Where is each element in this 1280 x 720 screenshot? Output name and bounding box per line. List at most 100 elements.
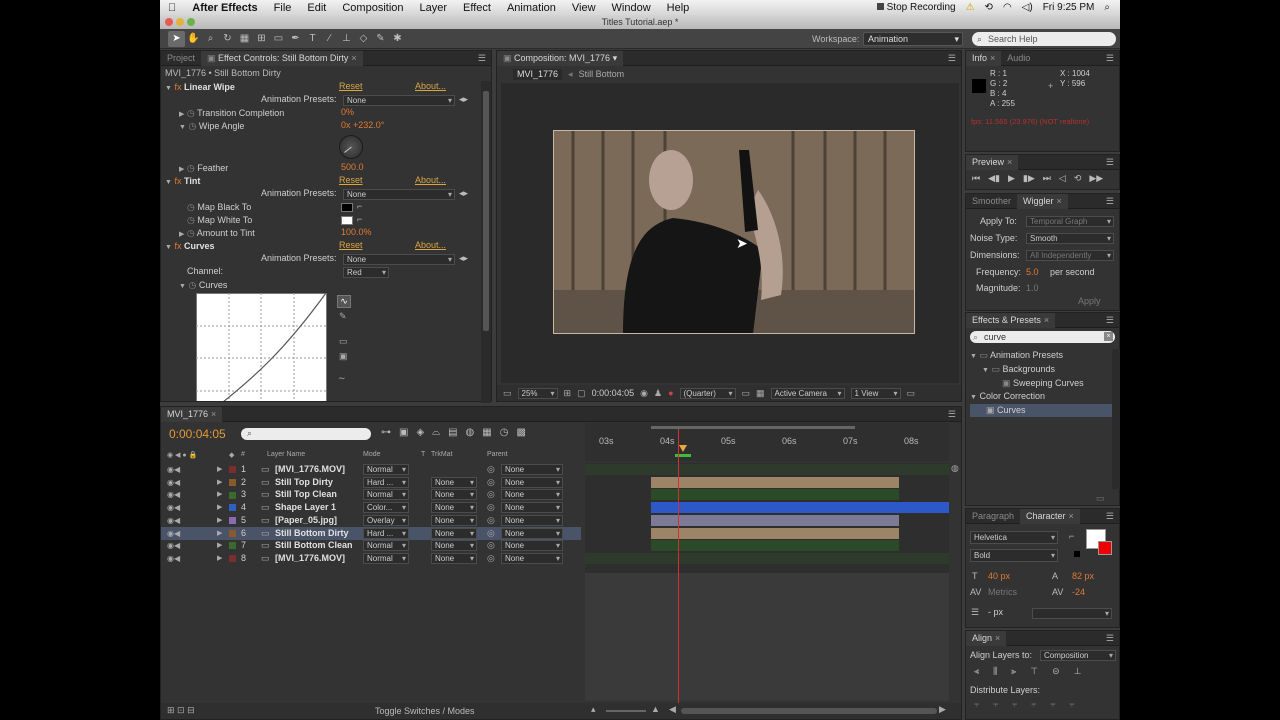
expand-triangle-icon[interactable]: ▼ — [165, 85, 172, 92]
tab-effects-presets[interactable]: Effects & Presets × — [966, 312, 1056, 328]
previous-frame-icon[interactable]: ◀▮ — [988, 173, 1000, 184]
distribute-vcenter-icon[interactable]: ⫧ — [993, 699, 998, 710]
layer-name[interactable]: Shape Layer 1 — [275, 501, 336, 514]
tint-about-button[interactable]: About... — [415, 175, 446, 185]
tree-item-curves[interactable]: ▣ Curves — [970, 404, 1112, 417]
shy-icon[interactable]: ⌓ — [432, 427, 440, 438]
layer-mode-dropdown[interactable]: Color... — [363, 502, 409, 514]
tree-item-sweeping-curves[interactable]: ▣ Sweeping Curves — [970, 377, 1112, 390]
layer-duration-bar[interactable] — [651, 514, 899, 526]
expand-triangle-icon[interactable]: ▼ — [970, 353, 977, 360]
transparency-grid-icon[interactable]: ▦ — [756, 388, 765, 399]
snapshot-icon[interactable]: ◉ — [640, 388, 648, 399]
tab-preview[interactable]: Preview × — [966, 154, 1019, 170]
zoom-tool-icon[interactable]: ⌕ — [202, 31, 219, 47]
frame-blending-icon[interactable]: ▤ — [448, 427, 457, 438]
panel-menu-icon[interactable]: ☰ — [948, 53, 956, 64]
tree-item-color-correction[interactable]: ▼ Color Correction — [970, 390, 1112, 404]
menu-edit[interactable]: Edit — [299, 2, 334, 14]
effect-controls-scrollbar[interactable] — [481, 81, 491, 403]
stopwatch-icon[interactable]: ◷ — [187, 202, 195, 212]
tab-wiggler[interactable]: Wiggler × — [1017, 193, 1068, 209]
panel-menu-icon[interactable]: ☰ — [1106, 157, 1114, 168]
loop-icon[interactable]: ⟲ — [1074, 173, 1082, 184]
layer-mode-dropdown[interactable]: Normal — [363, 552, 409, 564]
layer-row[interactable]: ◉◀ ▶ 4 ▭ Shape Layer 1 Color... None ◎ None — [161, 501, 581, 514]
close-icon[interactable]: × — [990, 53, 995, 63]
effects-scrollbar[interactable] — [1112, 349, 1120, 489]
wifi-icon[interactable]: ◠ — [1003, 2, 1012, 13]
parent-dropdown[interactable]: None — [501, 514, 563, 526]
volume-icon[interactable]: ◁) — [1022, 2, 1033, 13]
panel-menu-icon[interactable]: ☰ — [1106, 633, 1114, 644]
eyedropper-icon[interactable]: ⌐ — [357, 214, 362, 224]
camera-dropdown[interactable]: Active Camera — [770, 387, 845, 399]
show-snapshot-icon[interactable]: ♟ — [654, 388, 662, 399]
layer-row[interactable]: ◉◀ ▶ 5 ▭ [Paper_05.jpg] Overlay None ◎ None — [161, 514, 581, 527]
panel-menu-icon[interactable]: ☰ — [1106, 196, 1114, 207]
effects-search-input[interactable]: ⌕ curve × — [970, 331, 1115, 343]
rotate-tool-icon[interactable]: ↻ — [219, 31, 236, 47]
layer-row[interactable]: ◉◀ ▶ 6 ▭ Still Bottom Dirty Hard ... None ◎ None — [161, 526, 581, 540]
parent-dropdown[interactable]: None — [501, 552, 563, 564]
preset-prev-next-icon[interactable]: ◂▸ — [459, 188, 468, 199]
map-black-swatch[interactable] — [341, 203, 353, 212]
time-machine-icon[interactable]: ⟲ — [985, 2, 993, 13]
scroll-right-icon[interactable]: ▶ — [939, 704, 946, 715]
label-color-swatch[interactable] — [229, 488, 236, 501]
zoom-in-icon[interactable]: ▲ — [651, 704, 660, 714]
clock[interactable]: Fri 9:25 PM — [1043, 2, 1095, 13]
footer-toggle-icons[interactable]: ⊞ ⊡ ⊟ — [167, 705, 195, 716]
menu-effect[interactable]: Effect — [455, 2, 499, 14]
av-switches-icon[interactable]: ◉◀ — [167, 527, 180, 540]
zoom-slider[interactable] — [606, 710, 646, 712]
linear-wipe-about-button[interactable]: About... — [415, 81, 446, 91]
timeline-horizontal-scrollbar[interactable] — [681, 708, 937, 714]
crumb-layer[interactable]: Still Bottom — [579, 69, 625, 80]
channel-dropdown[interactable]: Red — [343, 267, 389, 278]
auto-keyframe-icon[interactable]: ◷ — [500, 427, 509, 438]
tab-project[interactable]: Project — [161, 51, 201, 66]
layer-mode-dropdown[interactable]: Hard ... — [363, 476, 409, 488]
map-white-swatch[interactable] — [341, 216, 353, 225]
panel-menu-icon[interactable]: ☰ — [1106, 511, 1114, 522]
comp-timecode[interactable]: 0:00:04:05 — [592, 388, 635, 398]
layer-row[interactable]: ◉◀ ▶ 2 ▭ Still Top Dirty Hard ... None ◎ None — [161, 476, 581, 489]
menu-help[interactable]: Help — [659, 2, 698, 14]
expand-triangle-icon[interactable]: ▼ — [982, 367, 989, 374]
trkmat-dropdown[interactable]: None — [431, 489, 477, 501]
expand-triangle-icon[interactable]: ▶ — [217, 514, 222, 527]
rectangle-tool-icon[interactable]: ▭ — [270, 31, 287, 47]
next-frame-icon[interactable]: ▮▶ — [1023, 173, 1035, 184]
label-color-swatch[interactable] — [229, 527, 236, 540]
scroll-left-icon[interactable]: ◀ — [669, 704, 676, 715]
pan-behind-tool-icon[interactable]: ⊞ — [253, 31, 270, 47]
align-top-icon[interactable]: ⊤ — [1030, 666, 1038, 677]
new-folder-icon[interactable]: ▭ — [1096, 493, 1105, 504]
layer-duration-bar[interactable] — [585, 552, 949, 564]
motion-blur-icon[interactable]: ◍ — [466, 427, 475, 438]
pencil-icon[interactable]: ✎ — [339, 311, 347, 322]
distribute-bottom-icon[interactable]: ⫧ — [1012, 699, 1017, 710]
expand-triangle-icon[interactable]: ▼ — [970, 394, 977, 401]
tint-reset-button[interactable]: Reset — [339, 175, 363, 185]
last-frame-icon[interactable]: ⏭ — [1043, 173, 1051, 184]
align-right-icon[interactable]: ⫸ — [1011, 666, 1016, 677]
graph-editor-icon[interactable]: ▩ — [516, 427, 525, 438]
expand-triangle-icon[interactable]: ▼ — [179, 124, 186, 131]
expand-triangle-icon[interactable]: ▶ — [179, 231, 184, 238]
layer-duration-bar[interactable] — [651, 489, 899, 501]
expand-triangle-icon[interactable]: ▶ — [217, 527, 222, 540]
stopwatch-icon[interactable]: ◷ — [188, 280, 196, 290]
apply-to-dropdown[interactable]: Temporal Graph — [1026, 216, 1114, 227]
ram-preview-icon[interactable]: ▶▶ — [1089, 173, 1103, 184]
av-switches-icon[interactable]: ◉◀ — [167, 476, 180, 489]
curves-reset-button[interactable]: Reset — [339, 240, 363, 250]
zoom-window-icon[interactable] — [187, 18, 195, 26]
amount-to-tint-value[interactable]: 100.0% — [341, 227, 372, 237]
av-switches-icon[interactable]: ◉◀ — [167, 539, 180, 552]
t-header[interactable]: T — [421, 451, 425, 458]
align-left-icon[interactable]: ⫷ — [974, 666, 979, 677]
apply-button[interactable]: Apply — [1078, 296, 1101, 306]
open-folder-icon[interactable]: ▭ — [339, 336, 348, 347]
